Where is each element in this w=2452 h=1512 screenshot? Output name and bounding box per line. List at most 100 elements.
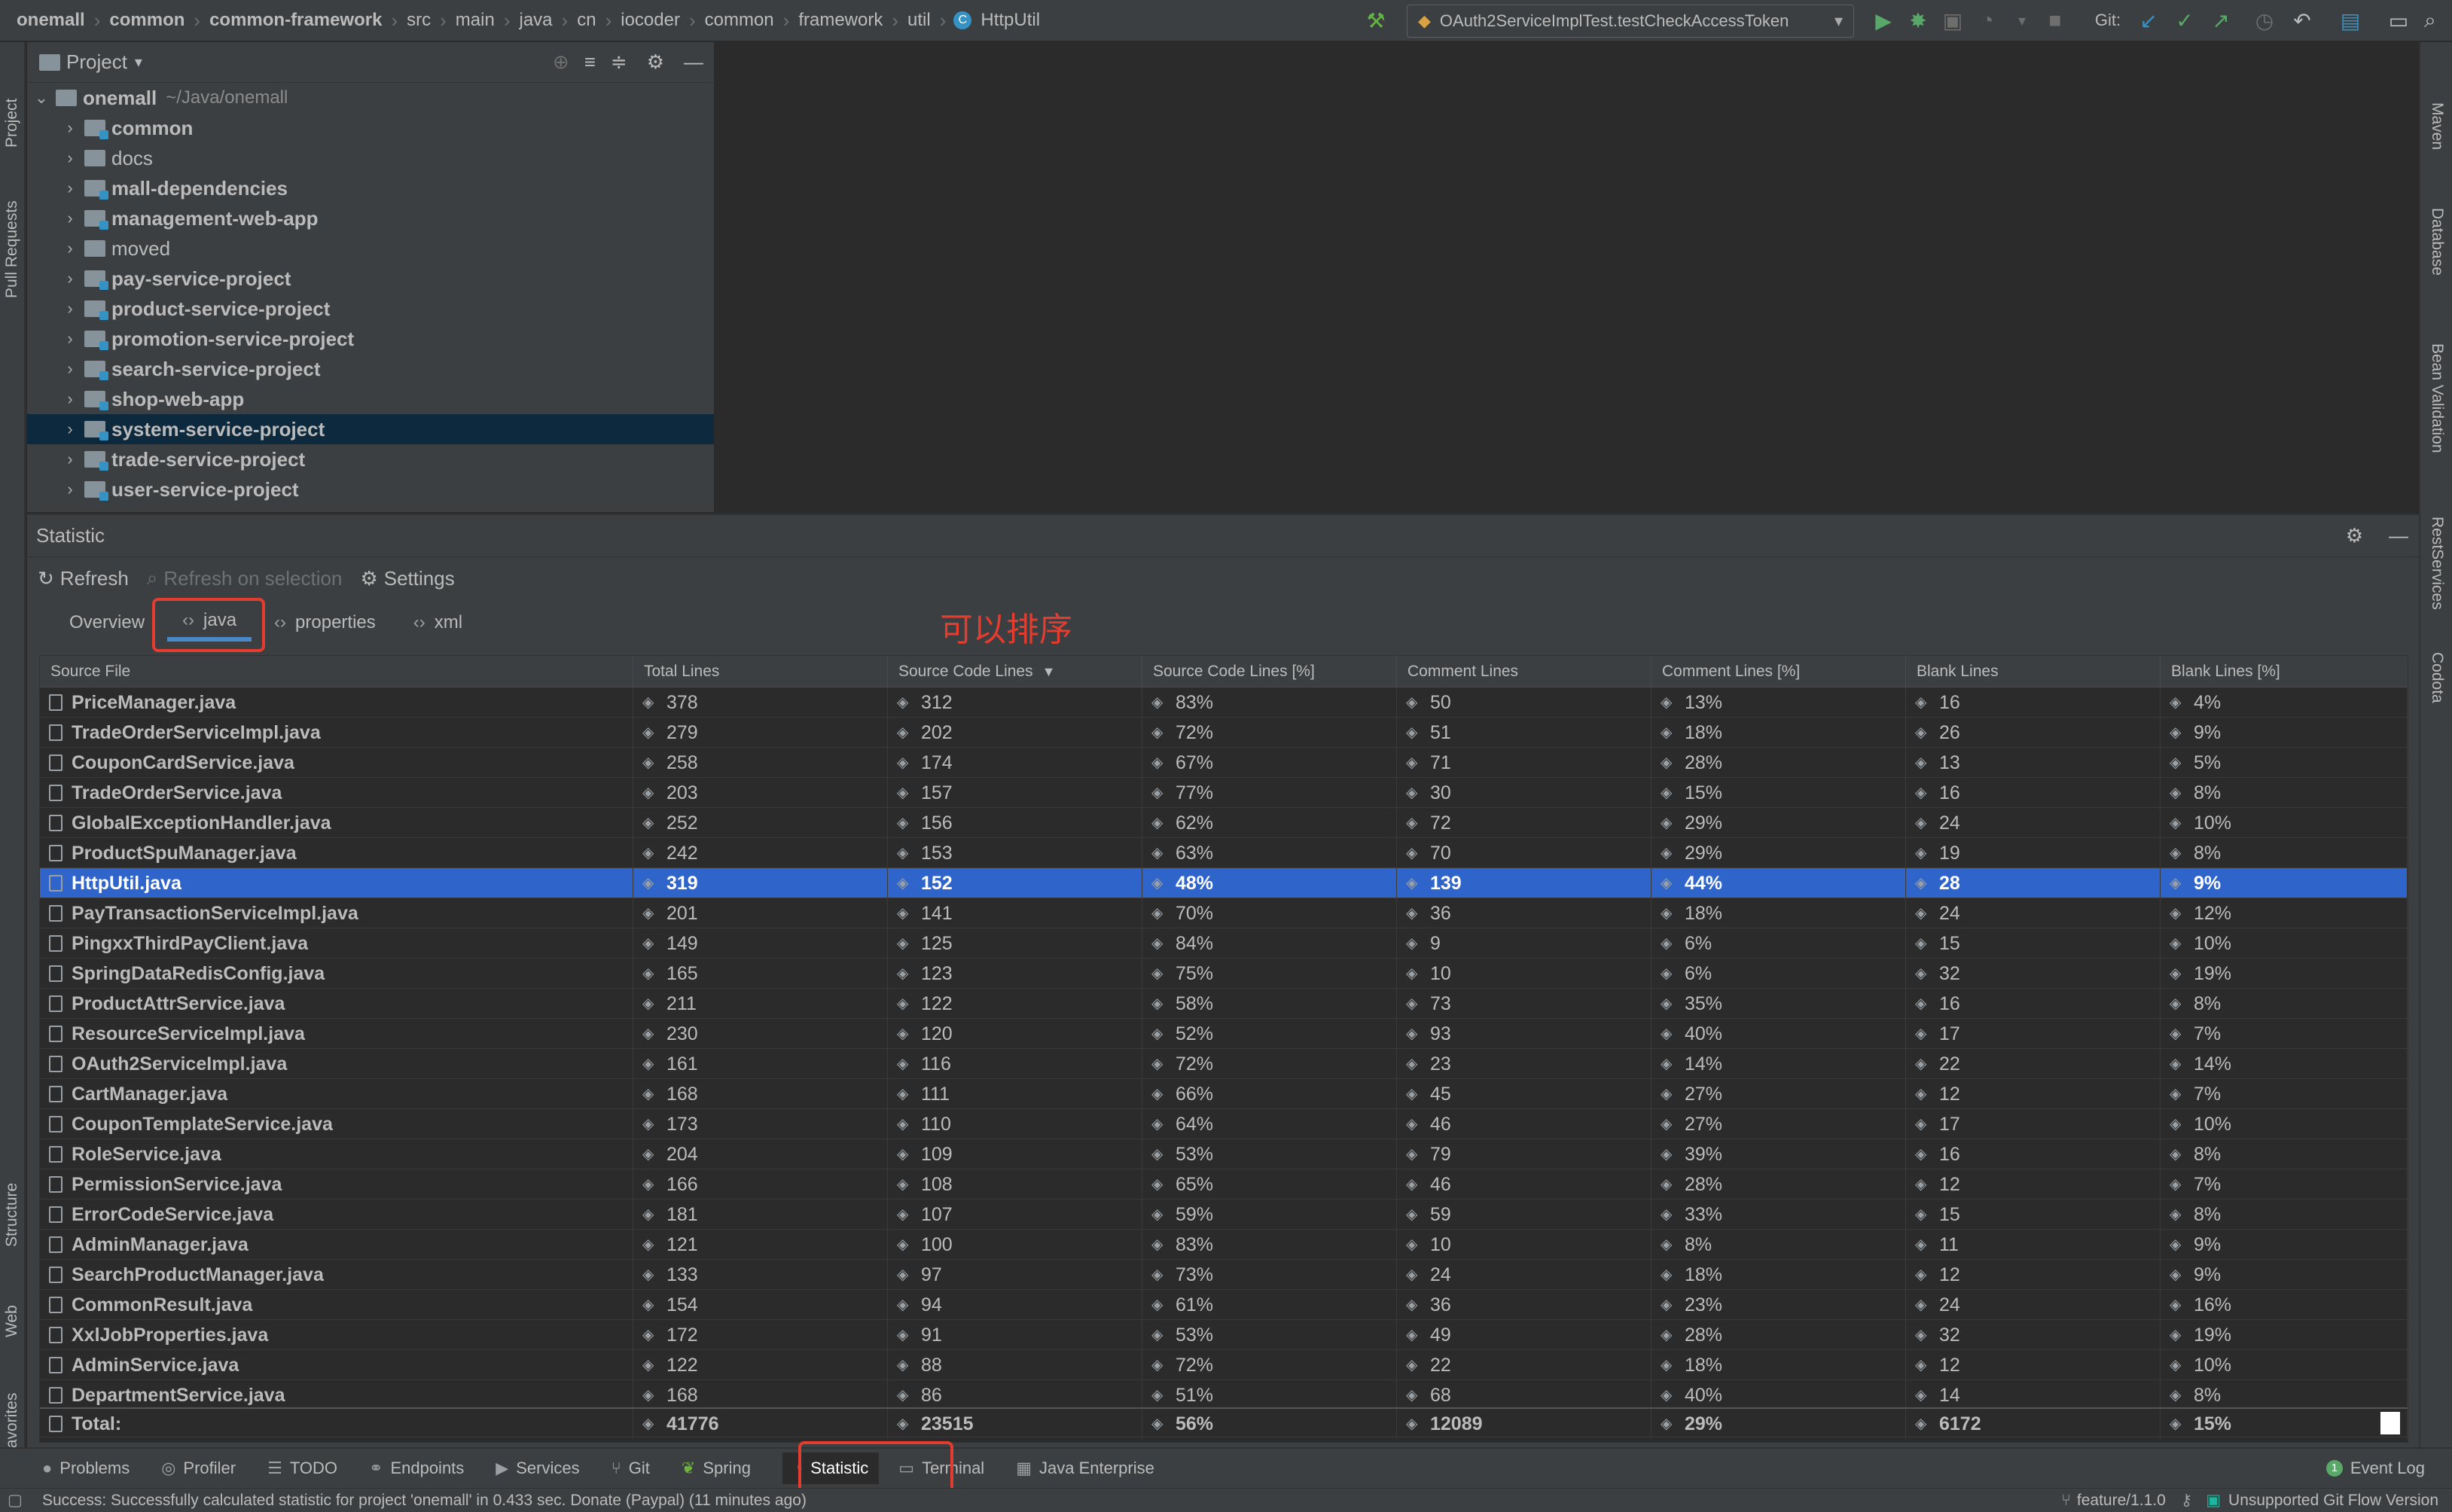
table-row[interactable]: PermissionService.java ◈ 166 ◈ 108 ◈ 65% ◈ 46 ◈ 28…	[40, 1169, 2408, 1200]
project-tool-button[interactable]: Project	[3, 99, 21, 148]
minimize-icon[interactable]: —	[684, 50, 703, 74]
gear-icon[interactable]: ⚙	[2346, 524, 2363, 547]
refresh-button[interactable]: ↻ Refresh	[38, 567, 129, 590]
profiler-tool-button[interactable]: ◎ Profiler	[161, 1459, 236, 1478]
breadcrumb-item[interactable]: cn	[572, 10, 600, 31]
tab-overview[interactable]: Overview	[54, 604, 160, 642]
column-header-comment-percent[interactable]: Comment Lines [%]	[1651, 656, 1906, 687]
structure-tool-button[interactable]: Structure	[3, 1183, 21, 1247]
stop-icon[interactable]: ■	[2042, 8, 2068, 33]
breadcrumb-item[interactable]: java	[515, 10, 557, 31]
chevron-right-icon[interactable]: ›	[60, 480, 80, 499]
project-structure-icon[interactable]: ▤	[2338, 8, 2363, 33]
tree-item[interactable]: › product-service-project	[27, 294, 714, 324]
chevron-right-icon[interactable]: ›	[60, 419, 80, 439]
web-tool-button[interactable]: Web	[3, 1305, 21, 1337]
services-tool-button[interactable]: ▶ Services	[496, 1459, 579, 1478]
lock-icon[interactable]: ⚷	[2181, 1491, 2192, 1510]
chevron-down-icon[interactable]: ▾	[135, 53, 142, 72]
tab-properties[interactable]: ‹› properties	[259, 604, 391, 642]
table-row[interactable]: RoleService.java ◈ 204 ◈ 109 ◈ 53% ◈ 79 ◈ 39% ◈ 16 ◈ 8…	[40, 1139, 2408, 1169]
chevron-right-icon[interactable]: ›	[60, 118, 80, 138]
profile-icon[interactable]: ◔	[1975, 8, 2000, 33]
tab-xml[interactable]: ‹› xml	[398, 604, 477, 642]
sort-descending-icon[interactable]: ▼	[1042, 664, 1056, 680]
chevron-right-icon[interactable]: ›	[60, 239, 80, 258]
tree-item[interactable]: › pay-service-project	[27, 264, 714, 294]
breadcrumb-item[interactable]: onemall	[12, 10, 90, 31]
table-row[interactable]: CommonResult.java ◈ 154 ◈ 94 ◈ 61% ◈ 36 ◈ 23% ◈ 24 ◈ 1…	[40, 1290, 2408, 1320]
bean-validation-tool-button[interactable]: Bean Validation	[2428, 343, 2446, 453]
endpoints-tool-button[interactable]: ⚭ Endpoints	[369, 1459, 464, 1478]
chevron-right-icon[interactable]: ›	[60, 209, 80, 228]
chevron-right-icon[interactable]: ›	[60, 148, 80, 168]
git-update-icon[interactable]: ↙	[2136, 8, 2161, 33]
debug-icon[interactable]: ✸	[1905, 8, 1931, 33]
git-push-icon[interactable]: ↗	[2208, 8, 2234, 33]
run-configuration-select[interactable]: ◆ OAuth2ServiceImplTest.testCheckAccessT…	[1407, 5, 1854, 38]
column-header-blank-percent[interactable]: Blank Lines [%]	[2161, 656, 2408, 687]
table-row[interactable]: TradeOrderService.java ◈ 203 ◈ 157 ◈ 77% ◈ 30 ◈ 15…	[40, 778, 2408, 808]
tree-item[interactable]: › moved	[27, 233, 714, 264]
column-header-comment-lines[interactable]: Comment Lines	[1397, 656, 1651, 687]
todo-tool-button[interactable]: ☰ TODO	[267, 1459, 337, 1478]
tree-item[interactable]: › search-service-project	[27, 354, 714, 384]
breadcrumb-item[interactable]: HttpUtil	[976, 10, 1045, 31]
breadcrumb-item[interactable]: common	[105, 10, 189, 31]
table-row[interactable]: ProductSpuManager.java ◈ 242 ◈ 153 ◈ 63% ◈ 70 ◈ 29…	[40, 838, 2408, 868]
table-row[interactable]: PriceManager.java ◈ 378 ◈ 312 ◈ 83% ◈ 50 ◈ 13% ◈ 16 ◈…	[40, 687, 2408, 718]
table-row[interactable]: CartManager.java ◈ 168 ◈ 111 ◈ 66% ◈ 45 ◈ 27% ◈ 12 ◈ 7…	[40, 1079, 2408, 1109]
table-row[interactable]: PingxxThirdPayClient.java ◈ 149 ◈ 125 ◈ 84% ◈ 9 ◈…	[40, 928, 2408, 959]
table-row[interactable]: HttpUtil.java ◈ 319 ◈ 152 ◈ 48% ◈ 139 ◈ 44% ◈ 28 ◈ 9%	[40, 868, 2408, 898]
table-row[interactable]: ProductAttrService.java ◈ 211 ◈ 122 ◈ 58% ◈ 73 ◈ 3…	[40, 989, 2408, 1019]
table-row[interactable]: ResourceServiceImpl.java ◈ 230 ◈ 120 ◈ 52% ◈ 93 ◈…	[40, 1019, 2408, 1049]
column-header-source-code-lines[interactable]: Source Code Lines ▼	[888, 656, 1142, 687]
locate-icon[interactable]: ⊕	[553, 50, 569, 74]
chevron-down-icon[interactable]: ▾	[2009, 8, 2035, 33]
table-row[interactable]: XxlJobProperties.java ◈ 172 ◈ 91 ◈ 53% ◈ 49 ◈ 28% ◈…	[40, 1320, 2408, 1350]
chevron-right-icon[interactable]: ›	[60, 359, 80, 379]
git-history-icon[interactable]: ◷	[2252, 8, 2277, 33]
coverage-icon[interactable]: ▣	[1940, 8, 1966, 33]
settings-button[interactable]: ⚙ Settings	[360, 567, 454, 590]
database-tool-button[interactable]: Database	[2428, 208, 2446, 276]
chevron-right-icon[interactable]: ›	[60, 329, 80, 349]
chevron-right-icon[interactable]: ›	[60, 178, 80, 198]
chevron-right-icon[interactable]: ›	[60, 299, 80, 319]
collapse-all-icon[interactable]: ≑	[611, 50, 627, 74]
breadcrumb-item[interactable]: src	[402, 10, 435, 31]
column-header-source-file[interactable]: Source File	[40, 656, 633, 687]
git-commit-icon[interactable]: ✓	[2172, 8, 2197, 33]
table-row[interactable]: PayTransactionServiceImpl.java ◈ 201 ◈ 141 ◈ 7…	[40, 898, 2408, 928]
problems-tool-button[interactable]: ● Problems	[42, 1459, 130, 1478]
tree-item[interactable]: › shop-web-app	[27, 384, 714, 414]
breadcrumb-item[interactable]: framework	[794, 10, 887, 31]
panel-toggle-icon[interactable]: ▢	[8, 1491, 23, 1510]
tree-item[interactable]: › promotion-service-project	[27, 324, 714, 354]
spring-tool-button[interactable]: ❦ Spring	[682, 1459, 751, 1478]
table-row[interactable]: OAuth2ServiceImpl.java ◈ 161 ◈ 116 ◈ 72% ◈ 23 ◈ 14…	[40, 1049, 2408, 1079]
project-panel-title[interactable]: Project	[66, 50, 127, 74]
table-row[interactable]: AdminService.java ◈ 122 ◈ 88 ◈ 72% ◈ 22 ◈ 18% ◈ 12 ◈ 1…	[40, 1350, 2408, 1380]
column-header-total-lines[interactable]: Total Lines	[633, 656, 888, 687]
tree-root[interactable]: ⌄ onemall ~/Java/onemall	[27, 83, 714, 113]
breadcrumb-item[interactable]: iocoder	[616, 10, 685, 31]
refresh-on-selection-button[interactable]: ⌕ Refresh on selection	[147, 566, 343, 590]
table-row[interactable]: SearchProductManager.java ◈ 133 ◈ 97 ◈ 73% ◈ 24 ◈…	[40, 1260, 2408, 1290]
layout-icon[interactable]: ▭	[2386, 8, 2411, 33]
expand-all-icon[interactable]: ≡	[584, 50, 596, 74]
table-row[interactable]: TradeOrderServiceImpl.java ◈ 279 ◈ 202 ◈ 72% ◈ 5…	[40, 718, 2408, 748]
breadcrumb-item[interactable]: common	[700, 10, 779, 31]
column-header-source-code-percent[interactable]: Source Code Lines [%]	[1142, 656, 1397, 687]
table-row[interactable]: CouponCardService.java ◈ 258 ◈ 174 ◈ 67% ◈ 71 ◈ 28…	[40, 748, 2408, 778]
git-tool-button[interactable]: ⑂ Git	[611, 1459, 650, 1478]
search-icon[interactable]: ⌕	[2417, 8, 2443, 33]
tree-item[interactable]: › common	[27, 113, 714, 143]
chevron-right-icon[interactable]: ›	[60, 389, 80, 409]
git-branch-widget[interactable]: feature/1.1.0	[2077, 1492, 2166, 1510]
table-row[interactable]: GlobalExceptionHandler.java ◈ 252 ◈ 156 ◈ 62% ◈…	[40, 808, 2408, 838]
table-row[interactable]: SpringDataRedisConfig.java ◈ 165 ◈ 123 ◈ 75% ◈ 1…	[40, 959, 2408, 989]
table-row[interactable]: ErrorCodeService.java ◈ 181 ◈ 107 ◈ 59% ◈ 59 ◈ 33%…	[40, 1200, 2408, 1230]
java-enterprise-tool-button[interactable]: ▦ Java Enterprise	[1016, 1459, 1154, 1478]
tree-item[interactable]: › user-service-project	[27, 474, 714, 505]
